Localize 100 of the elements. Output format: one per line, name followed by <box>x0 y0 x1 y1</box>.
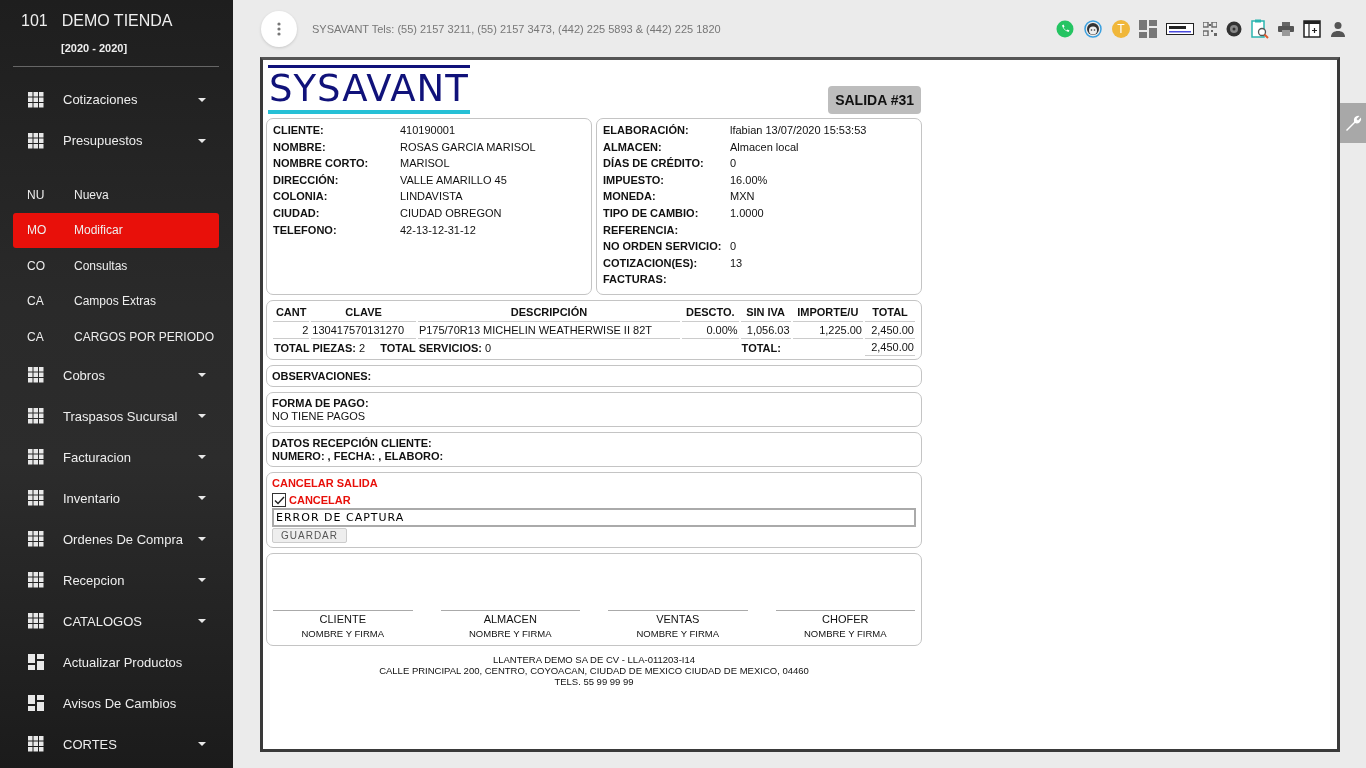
banner-icon[interactable] <box>1166 22 1194 35</box>
footer-line: LLANTERA DEMO SA DE CV - LLA-011203-I14 <box>492 654 696 665</box>
section-label: FORMA DE PAGO: <box>272 397 369 409</box>
field-value: 410190001 <box>400 124 456 138</box>
field-value: 0 <box>730 157 737 172</box>
table-cell: 2,450.00 <box>865 322 915 339</box>
menu-item[interactable]: Presupuestos <box>0 120 233 161</box>
field-label: REFERENCIA: <box>603 223 680 238</box>
field-label: NOMBRE: <box>273 140 327 155</box>
signature-role: CHOFER <box>822 613 869 625</box>
menu-item[interactable]: Inventario <box>0 477 233 519</box>
field-value: LINDAVISTA <box>400 190 463 205</box>
submenu-item[interactable]: NU Nueva <box>13 177 219 213</box>
grid-icon <box>28 531 44 547</box>
summary-label: TOTAL: <box>741 341 781 354</box>
signature-caption: NOMBRE Y FIRMA <box>636 628 719 639</box>
grid-icon <box>28 613 44 629</box>
menu-item[interactable]: Traspasos Sucursal <box>0 395 233 437</box>
contact-text: SYSAVANT Tels: (55) 2157 3211, (55) 2157 3473, (442) 225 5893 & (442) 225 1820 <box>312 22 722 35</box>
support-agent-icon[interactable] <box>1083 18 1103 39</box>
grid-icon <box>28 408 44 424</box>
column-header: CLAVE <box>311 304 416 322</box>
section-value: NO TIENE PAGOS <box>272 410 366 422</box>
caret-icon <box>198 537 206 541</box>
table-cell: 0.00% <box>682 322 739 339</box>
submenu-item[interactable]: CO Consultas <box>13 248 219 284</box>
field-label: CLIENTE: <box>273 124 325 138</box>
printer-icon[interactable] <box>1278 21 1294 36</box>
column-header: DESCTO. <box>682 304 739 322</box>
clipboard-search-icon[interactable] <box>1251 18 1269 39</box>
dashboard-icon[interactable] <box>1139 19 1157 38</box>
tire-icon[interactable] <box>1226 20 1242 37</box>
person-icon[interactable] <box>1330 20 1346 37</box>
table-cell: 1,056.03 <box>740 322 791 339</box>
field-label: NO ORDEN SERVICIO: <box>603 240 723 255</box>
submenu-item[interactable]: MO Modificar <box>13 212 219 248</box>
add-panel-icon[interactable] <box>1303 19 1321 38</box>
grid-icon <box>28 132 44 149</box>
menu-item[interactable]: Facturacion <box>0 436 233 478</box>
grid-icon <box>28 736 44 752</box>
grid-icon <box>28 572 44 588</box>
menu-item[interactable]: Avisos De Cambios <box>0 682 233 724</box>
checkbox-label: CANCELAR <box>289 494 351 506</box>
field-value: ROSAS GARCIA MARISOL <box>400 140 536 155</box>
menu-item[interactable]: Cotizaciones <box>0 79 233 120</box>
menu-item[interactable]: Cobros <box>0 354 233 396</box>
more-icon <box>277 21 281 36</box>
menu-item[interactable]: CORTES <box>0 723 233 765</box>
save-button[interactable]: GUARDAR <box>272 528 347 543</box>
field-label: DIRECCIÓN: <box>273 173 340 188</box>
store-name: DEMO TIENDA <box>61 12 173 30</box>
field-label: ALMACEN: <box>603 140 663 155</box>
field-value: MXN <box>730 190 755 205</box>
field-label: TELEFONO: <box>273 223 338 238</box>
qr-code-icon[interactable] <box>1203 21 1217 36</box>
field-label: ELABORACIÓN: <box>603 124 690 138</box>
caret-icon <box>198 138 206 143</box>
submenu-item[interactable]: CA Campos Extras <box>13 283 219 319</box>
submenu-item[interactable]: CA CARGOS POR PERIODO <box>13 319 219 355</box>
summary-label: TOTAL PIEZAS: <box>274 341 356 354</box>
caret-icon <box>198 496 206 500</box>
menu-item[interactable]: CATALOGOS <box>0 600 233 642</box>
menu-item[interactable]: Actualizar Productos <box>0 641 233 683</box>
column-header: CANT <box>273 304 310 322</box>
signature-caption: NOMBRE Y FIRMA <box>469 628 552 639</box>
field-label: FACTURAS: <box>603 273 668 288</box>
table-cell: P175/70R13 MICHELIN WEATHERWISE II 82T <box>417 322 681 339</box>
field-value: MARISOL <box>400 157 450 172</box>
field-value: 16.00% <box>730 173 768 188</box>
field-label: NOMBRE CORTO: <box>273 157 370 172</box>
field-value: 1.0000 <box>730 206 764 221</box>
store-number: 101 <box>21 12 48 30</box>
field-label: MONEDA: <box>603 190 657 205</box>
signature-caption: NOMBRE Y FIRMA <box>301 628 384 639</box>
menu-item[interactable]: Recepcion <box>0 559 233 601</box>
field-label: COTIZACION(ES): <box>603 256 699 271</box>
field-value: 0 <box>730 240 737 255</box>
field-value: lfabian 13/07/2020 15:53:53 <box>730 124 867 138</box>
menu-item[interactable]: Ordenes De Compra <box>0 518 233 560</box>
footer-line: CALLE PRINCIPAL 200, CENTRO, COYOACAN, CIUDAD DE MEXICO CIUDAD DE MEXICO, 04460 <box>379 665 809 676</box>
footer-line: TELS. 55 99 99 99 <box>554 676 634 687</box>
caret-icon <box>198 742 206 746</box>
reason-input[interactable]: ERROR DE CAPTURA <box>272 508 916 527</box>
caret-icon <box>198 414 206 418</box>
signature-role: VENTAS <box>656 613 700 625</box>
section-title: CANCELAR SALIDA <box>272 477 378 489</box>
column-header: TOTAL <box>865 304 915 322</box>
field-value: CIUDAD OBREGON <box>400 206 502 221</box>
company-logo: SYSAVANT <box>268 65 470 114</box>
grid-icon <box>28 449 44 465</box>
field-label: DÍAS DE CRÉDITO: <box>603 157 705 172</box>
field-value: Almacen local <box>730 140 799 155</box>
table-cell: 130417570131270 <box>311 322 416 339</box>
field-value: 42-13-12-31-12 <box>400 223 476 238</box>
dashboard-icon <box>28 654 44 670</box>
period-label: [2020 - 2020] <box>60 42 129 54</box>
cancel-checkbox[interactable] <box>272 493 286 507</box>
signature-caption: NOMBRE Y FIRMA <box>804 628 887 639</box>
column-header: IMPORTE/U <box>792 304 863 322</box>
signature-role: ALMACEN <box>483 613 537 625</box>
